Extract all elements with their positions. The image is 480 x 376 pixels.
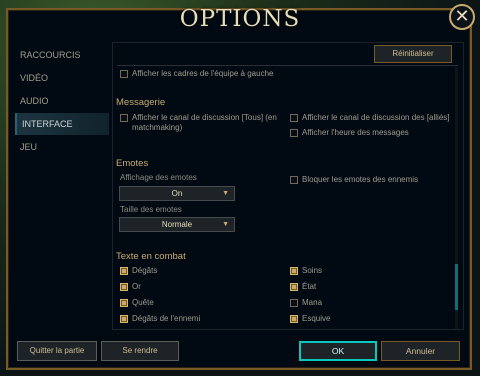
emote-size-label: Taille des emotes [120,205,182,214]
reset-button[interactable]: Réinitialiser [374,45,452,63]
combat-text-option[interactable]: Soins [290,266,322,276]
combat-text-label: Soins [302,266,323,275]
allies-chat-label: Afficher le canal de discussion des [all… [302,113,450,122]
combat-text-checkbox[interactable] [290,283,298,291]
block-enemy-emotes-option[interactable]: Bloquer les emotes des ennemis [290,175,418,185]
sidebar-item-raccourcis[interactable]: RACCOURCIS [15,44,109,66]
ok-button[interactable]: OK [299,341,377,361]
all-chat-checkbox[interactable] [120,114,128,122]
team-frames-checkbox[interactable] [120,70,128,78]
block-enemy-emotes-checkbox[interactable] [290,176,298,184]
all-chat-option[interactable]: Afficher le canal de discussion [Tous] (… [120,113,282,133]
all-chat-label: Afficher le canal de discussion [Tous] (… [132,113,277,132]
emote-display-label: Affichage des emotes [120,173,197,182]
combat-text-checkbox[interactable] [290,267,298,275]
combat-text-label: Dégâts de l'ennemi [132,314,201,323]
combat-text-label: Mana [302,298,323,307]
combat-text-option[interactable]: Dégâts [120,266,157,276]
emote-display-dropdown[interactable]: On ▼ [119,186,235,201]
allies-chat-option[interactable]: Afficher le canal de discussion des [all… [290,113,450,123]
timestamps-checkbox[interactable] [290,129,298,137]
team-frames-option[interactable]: Afficher les cadres de l'équipe à gauche [120,69,273,79]
surrender-button[interactable]: Se rendre [101,341,179,361]
combat-text-label: Quête [132,298,154,307]
combat-text-option[interactable]: Esquive [290,314,330,324]
emote-display-value: On [171,189,183,198]
combat-text-option[interactable]: État [290,282,316,292]
combat-text-option[interactable]: Or [120,282,141,292]
sidebar-item-jeu[interactable]: JEU [15,136,109,158]
dialog-title: OPTIONS [179,6,301,32]
combat-text-label: Or [132,282,141,291]
combat-text-option[interactable]: Mana [290,298,322,308]
section-title-combat-text: Texte en combat [116,251,186,262]
sidebar-item-video[interactable]: VIDÉO [15,67,109,89]
combat-text-option[interactable]: Quête [120,298,154,308]
allies-chat-checkbox[interactable] [290,114,298,122]
combat-text-option[interactable]: Dégâts de l'ennemi [120,314,200,324]
team-frames-label: Afficher les cadres de l'équipe à gauche [132,69,274,78]
combat-text-checkbox[interactable] [120,299,128,307]
close-icon: ✕ [454,6,470,26]
emote-size-value: Normale [161,220,193,229]
timestamps-option[interactable]: Afficher l'heure des messages [290,128,409,138]
quit-game-button[interactable]: Quitter la partie [17,341,97,361]
scrollbar-thumb[interactable] [455,264,458,310]
chevron-down-icon: ▼ [222,190,229,197]
combat-text-label: Esquive [302,314,331,323]
block-enemy-emotes-label: Bloquer les emotes des ennemis [302,175,419,184]
combat-text-checkbox[interactable] [120,267,128,275]
sidebar: RACCOURCIS VIDÉO AUDIO INTERFACE JEU [15,44,109,159]
combat-text-label: État [302,282,317,291]
emote-size-dropdown[interactable]: Normale ▼ [119,217,235,232]
combat-text-checkbox[interactable] [290,299,298,307]
section-title-emotes: Emotes [116,158,149,169]
cancel-button[interactable]: Annuler [381,341,460,361]
combat-text-checkbox[interactable] [120,283,128,291]
sidebar-item-audio[interactable]: AUDIO [15,90,109,112]
combat-text-checkbox[interactable] [290,315,298,323]
section-title-messagerie: Messagerie [116,97,166,108]
close-button[interactable]: ✕ [449,4,475,30]
sidebar-item-interface[interactable]: INTERFACE [15,113,109,135]
combat-text-label: Dégâts [132,266,158,275]
divider [117,65,458,66]
chevron-down-icon: ▼ [222,221,229,228]
timestamps-label: Afficher l'heure des messages [302,128,409,137]
combat-text-checkbox[interactable] [120,315,128,323]
